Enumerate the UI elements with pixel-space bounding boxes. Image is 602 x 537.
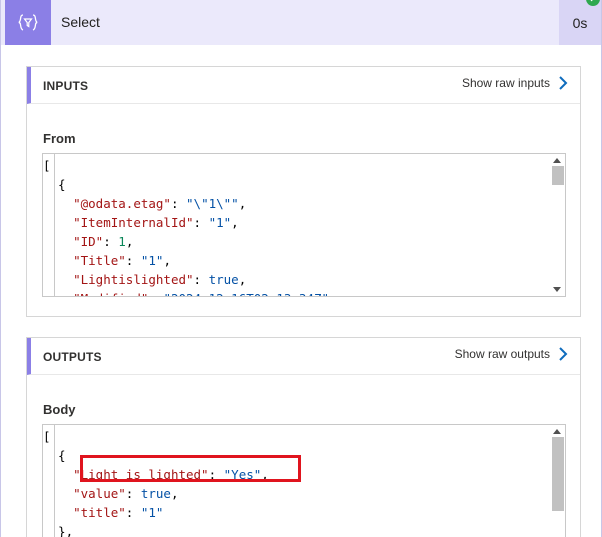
code-token: "1" [208, 215, 232, 230]
code-token: : [125, 505, 141, 520]
code-token: : [148, 291, 163, 296]
code-token: "@odata.etag" [73, 196, 171, 211]
from-code-content: [ { "@odata.etag": "\"1\"", "ItemInterna… [43, 154, 549, 296]
code-token: "ID" [73, 234, 104, 249]
code-token: : [125, 253, 141, 268]
body-scrollbar[interactable] [549, 425, 565, 537]
code-token: , [238, 272, 247, 287]
show-raw-inputs-label: Show raw inputs [461, 76, 550, 90]
inputs-panel: INPUTS Show raw inputs From [ { "@odata.… [26, 66, 581, 317]
code-token: [ [43, 429, 51, 444]
code-token: true [140, 486, 171, 501]
scroll-up-icon[interactable] [553, 158, 561, 163]
code-line: "ID": 1, [43, 232, 549, 251]
chevron-right-icon [558, 347, 568, 361]
code-token: "2024-12-16T02:13:34Z" [163, 291, 329, 296]
show-raw-outputs-label: Show raw outputs [454, 347, 550, 361]
scroll-thumb[interactable] [552, 166, 564, 185]
scroll-thumb[interactable] [552, 437, 564, 511]
scroll-up-icon[interactable] [553, 429, 561, 434]
code-token: , [231, 215, 239, 230]
code-line: "title": "1" [43, 503, 549, 522]
code-token: true [208, 272, 239, 287]
code-token: 1 [118, 234, 126, 249]
from-label: From [43, 131, 76, 146]
show-raw-outputs-link[interactable]: Show raw outputs [455, 347, 568, 361]
code-token: "Title" [73, 253, 126, 268]
highlight-annotation [80, 455, 301, 482]
code-token: : [193, 272, 209, 287]
code-token: , [163, 253, 171, 268]
code-line: "value": true, [43, 484, 549, 503]
indent-guide [54, 154, 55, 296]
code-token: : [170, 196, 187, 211]
select-action-card: Select 0s ✓ INPUTS Show raw inputs From … [0, 0, 602, 537]
code-token: : [103, 234, 119, 249]
code-token: }, [43, 524, 74, 537]
code-token: "value" [73, 486, 126, 501]
code-token: [ [43, 158, 51, 173]
from-scrollbar[interactable] [549, 154, 565, 296]
code-line: { [43, 175, 549, 194]
code-line: [ [43, 156, 549, 175]
body-label: Body [43, 402, 76, 417]
outputs-title: OUTPUTS [43, 350, 102, 364]
action-header[interactable]: Select 0s ✓ [1, 0, 601, 45]
show-raw-inputs-link[interactable]: Show raw inputs [462, 76, 568, 90]
code-token: "Modified" [73, 291, 148, 296]
inputs-header: INPUTS Show raw inputs [27, 67, 580, 104]
outputs-header: OUTPUTS Show raw outputs [27, 338, 580, 375]
code-line: "Title": "1", [43, 251, 549, 270]
chevron-right-icon [558, 76, 568, 90]
code-token: "Lightislighted" [73, 272, 194, 287]
indent-guide [54, 425, 55, 537]
code-line: [ [43, 427, 549, 446]
code-token: , [125, 234, 134, 249]
code-line: "@odata.etag": "\"1\"", [43, 194, 549, 213]
code-token: "1" [140, 505, 164, 520]
code-token: : [125, 486, 141, 501]
code-token: "title" [73, 505, 126, 520]
code-token: "1" [140, 253, 164, 268]
action-title: Select [61, 14, 100, 30]
outputs-panel: OUTPUTS Show raw outputs Body [ { "Light… [26, 337, 581, 537]
code-token: , [170, 486, 179, 501]
action-duration: 0s [559, 0, 601, 45]
code-token: "\"1\"" [186, 196, 239, 211]
code-line: "Lightislighted": true, [43, 270, 549, 289]
from-code-editor[interactable]: [ { "@odata.etag": "\"1\"", "ItemInterna… [42, 153, 566, 297]
code-token: , [238, 196, 247, 211]
code-line: "Modified": "2024-12-16T02:13:34Z" [43, 289, 549, 296]
code-token: : [193, 215, 209, 230]
select-filter-icon [5, 0, 51, 45]
inputs-title: INPUTS [43, 79, 89, 93]
code-line: }, [43, 522, 549, 537]
code-token: "ItemInternalId" [73, 215, 194, 230]
code-line: "ItemInternalId": "1", [43, 213, 549, 232]
scroll-down-icon[interactable] [553, 287, 561, 292]
